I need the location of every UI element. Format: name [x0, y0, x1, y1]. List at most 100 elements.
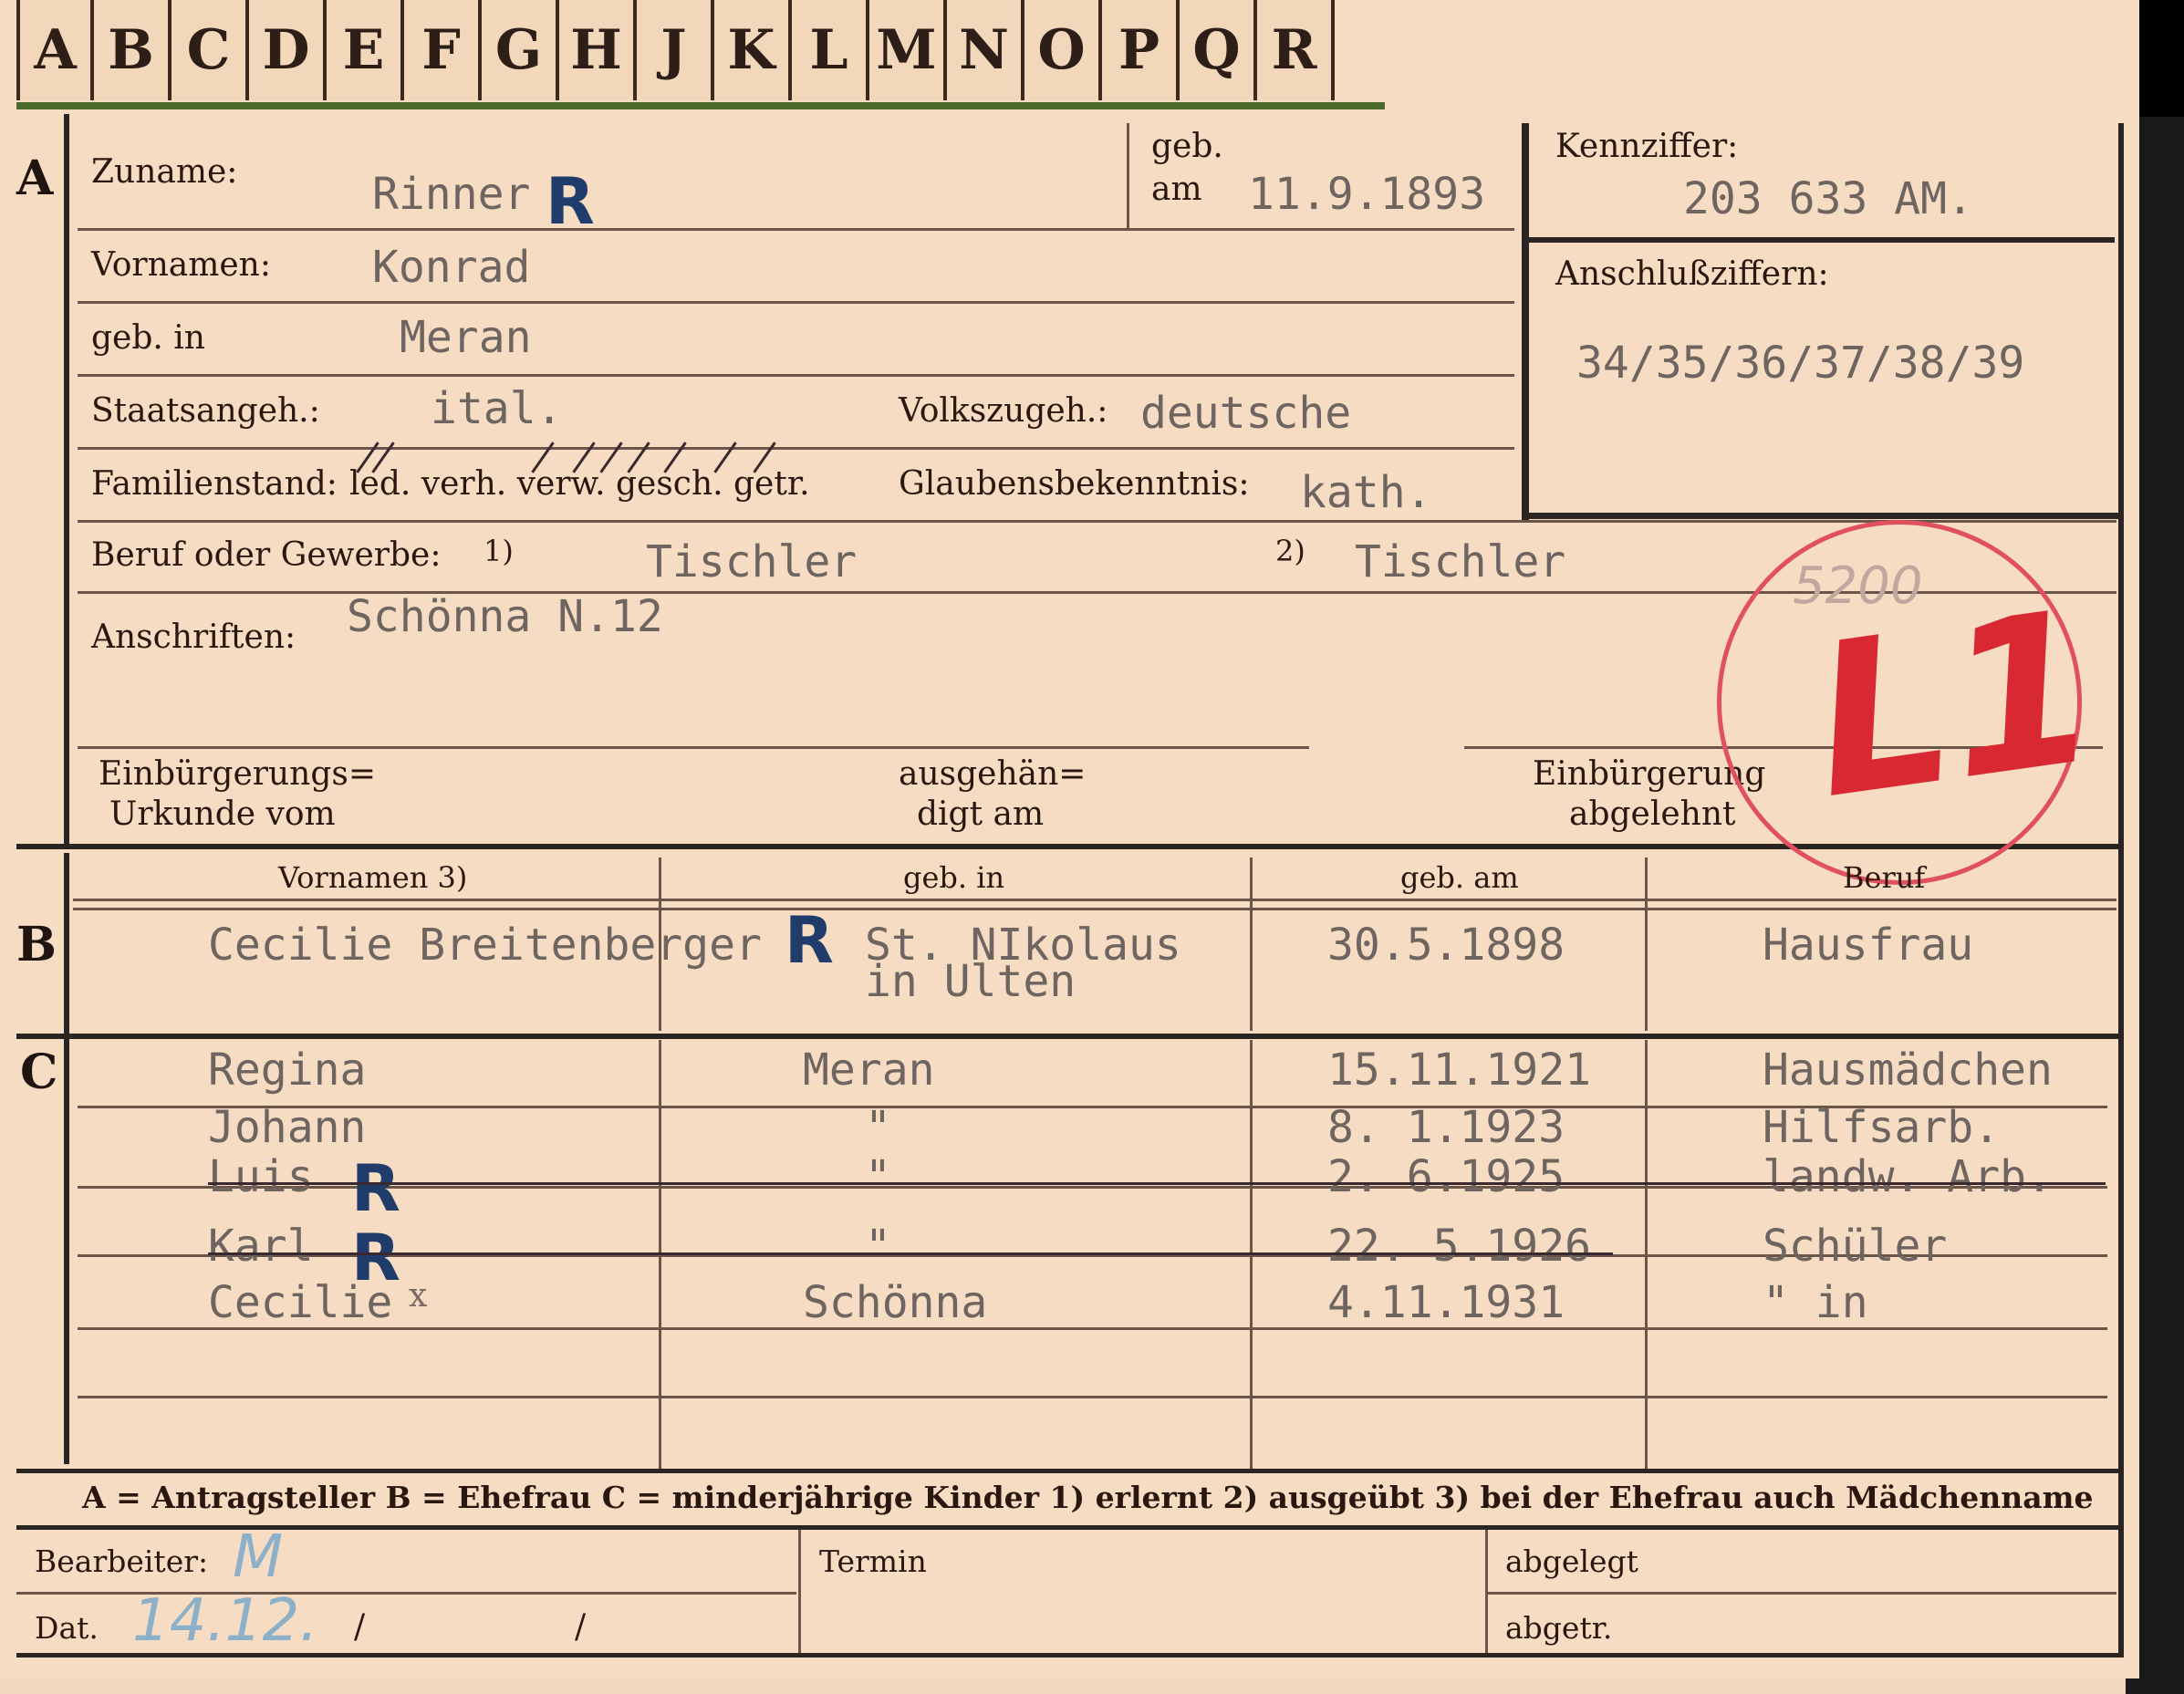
spouse-born-in-2: in Ulten [865, 956, 1076, 1007]
alphabet-tab: B [94, 0, 172, 100]
header-born-in: geb. in [903, 860, 1005, 895]
alphabet-tab: E [327, 0, 404, 100]
alphabet-tab: F [404, 0, 482, 100]
first-names-label: Vornamen: [91, 246, 271, 284]
occupation-practiced-value: Tischler [1355, 536, 1566, 587]
ethnicity-label: Volkszugeh.: [899, 392, 1108, 430]
alphabet-tab: N [947, 0, 1024, 100]
date-label: Dat. [35, 1610, 99, 1646]
born-on-label-1: geb. [1151, 128, 1223, 165]
frame-left-bc [64, 853, 69, 1464]
identifier-box-left [1522, 123, 1529, 520]
child-name: Cecilie [208, 1277, 393, 1328]
ethnicity-value: deutsche [1140, 388, 1352, 439]
alphabet-tab: Q [1180, 0, 1257, 100]
born-divider [1127, 123, 1129, 228]
divider-legend-footer [16, 1525, 2124, 1530]
line-citizenship [78, 447, 1514, 450]
deadline-label: Termin [819, 1543, 927, 1579]
header-born-on: geb. am [1400, 860, 1519, 895]
alphabet-tab: A [16, 0, 94, 100]
child-birthplace: Meran [803, 1044, 935, 1096]
divider-b-c [16, 1034, 2124, 1039]
date-slash-1: / [354, 1608, 366, 1646]
alphabet-tab: H [559, 0, 637, 100]
alphabet-tab: P [1102, 0, 1180, 100]
citizenship-label: Staatsangeh.: [91, 392, 320, 430]
identifier-box-divider [1522, 237, 2115, 243]
alphabet-tab: D [249, 0, 327, 100]
section-c-marker: C [20, 1044, 58, 1100]
line-birthplace [78, 374, 1514, 377]
line-b-header [73, 899, 2116, 901]
child-birthplace: " [865, 1221, 891, 1272]
footer-div-1 [798, 1530, 801, 1653]
frame-bottom [16, 1653, 2124, 1658]
tab-baseline [16, 102, 1385, 109]
spouse-born-on: 30.5.1898 [1327, 920, 1565, 971]
child-name: Karl [208, 1221, 314, 1272]
religion-value: kath. [1300, 467, 1432, 518]
divider-c-legend [16, 1469, 2124, 1473]
header-first-names: Vornamen 3) [278, 860, 468, 895]
removed-label: abgetr. [1505, 1610, 1613, 1646]
child-name: Johann [208, 1102, 367, 1153]
child-occupation: Hilfsarb. [1763, 1102, 2001, 1153]
alphabet-tab: J [637, 0, 714, 100]
child-name: Luis [208, 1151, 314, 1202]
connection-value: 34/35/36/37/38/39 [1576, 338, 2025, 389]
spouse-occupation: Hausfrau [1763, 920, 1974, 971]
child-occupation: landw. Arb. [1763, 1151, 2053, 1202]
child-name: Regina [208, 1044, 367, 1096]
child-occupation: Hausmädchen [1763, 1044, 2053, 1096]
child-birthdate: 15.11.1921 [1327, 1044, 1591, 1096]
child-birthdate: 22. 5.1926 [1327, 1221, 1591, 1272]
alphabet-tab: O [1024, 0, 1102, 100]
marital-label: Familienstand: [91, 465, 338, 503]
born-on-label-2: am [1151, 171, 1202, 208]
address-label: Anschriften: [91, 618, 296, 656]
child-check-mark: x [409, 1277, 428, 1315]
handed-label-1: ausgehän= [899, 755, 1087, 793]
surname-value: Rinner [372, 169, 531, 220]
connection-label: Anschlußziffern: [1555, 255, 1829, 293]
child-birthplace: Schönna [803, 1277, 988, 1328]
strikethrough-line [208, 1182, 2106, 1185]
child-occupation: Schüler [1763, 1221, 1948, 1272]
child-birthdate: 2. 6.1925 [1327, 1151, 1565, 1202]
identifier-label: Kennziffer: [1555, 128, 1739, 165]
frame-right [2118, 123, 2124, 1656]
spouse-check-mark: R [785, 903, 834, 978]
line-surname [78, 228, 1514, 231]
naturalization-label-2: Urkunde vom [109, 795, 336, 833]
line-b-header-2 [73, 908, 2116, 910]
line-c-5 [78, 1396, 2107, 1398]
strikethrough-line [208, 1252, 1613, 1255]
alphabet-tab: G [482, 0, 559, 100]
legend: A = Antragsteller B = Ehefrau C = minder… [82, 1480, 2094, 1515]
date-slash-2: / [575, 1608, 587, 1646]
col-div-3 [1645, 857, 1648, 1031]
identifier-value: 203 633 AM. [1683, 173, 1973, 224]
surname-label: Zuname: [91, 153, 238, 191]
frame-left-a [64, 114, 69, 844]
section-a-marker: A [16, 151, 54, 206]
line-marital [78, 520, 2116, 523]
alphabet-tab: M [869, 0, 947, 100]
occupation-note-2: 2) [1275, 534, 1305, 568]
line-address-1 [78, 746, 1309, 749]
alphabet-tab: R [1257, 0, 1335, 100]
child-check-mark: R [351, 1151, 400, 1226]
child-birthdate: 4.11.1931 [1327, 1277, 1565, 1328]
date-value: 14.12. [132, 1587, 318, 1655]
header-occupation: Beruf [1843, 860, 1926, 895]
citizenship-value: ital. [431, 383, 563, 434]
worker-value: M [233, 1523, 284, 1591]
section-b-marker: B [16, 917, 57, 972]
born-in-label: geb. in [91, 319, 205, 357]
naturalization-label-1: Einbürgerungs= [99, 755, 377, 793]
handed-label-2: digt am [917, 795, 1045, 833]
stamp-text: L1 [1799, 565, 2111, 847]
occupation-note-1: 1) [484, 534, 514, 568]
worker-label: Bearbeiter: [35, 1543, 209, 1579]
